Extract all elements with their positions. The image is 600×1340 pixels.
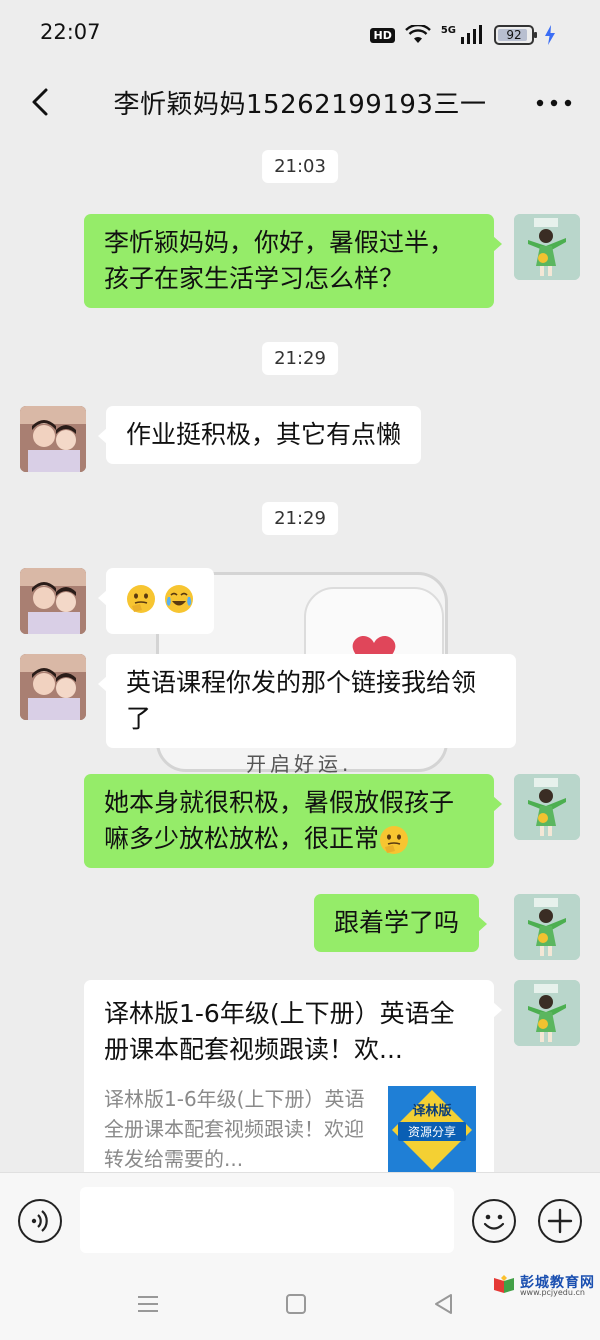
- watermark: 彭城教育网 www.pcjyedu.cn: [492, 1272, 596, 1297]
- network-type: 5G: [440, 24, 456, 36]
- link-title: 译林版1-6年级(上下册）英语全册课本配套视频跟读！欢...: [104, 999, 455, 1064]
- timestamp: 21:03: [262, 150, 338, 183]
- thumbnail-title: 译林版: [412, 1104, 452, 1119]
- home-icon[interactable]: [286, 1294, 306, 1314]
- message-bubble-incoming[interactable]: 作业挺积极，其它有点懒: [97, 406, 422, 464]
- message-bubble-outgoing[interactable]: 她本身就很积极，暑假放假孩子嘛多少放松放松，很正常: [84, 774, 502, 868]
- avatar-self-icon: [514, 980, 580, 1046]
- status-time: 22:07: [40, 20, 101, 44]
- thinking-face-icon: [380, 826, 409, 854]
- link-card[interactable]: 译林版1-6年级(上下册）英语全册课本配套视频跟读！欢... 译林版1-6年级(…: [84, 980, 502, 1172]
- laughing-crying-face-icon: [164, 585, 193, 613]
- hd-badge: HD: [370, 27, 395, 43]
- timestamp: 21:29: [262, 342, 338, 375]
- chat-title: 李忻颖妈妈15262199193三一: [113, 90, 487, 120]
- wifi-icon: [404, 25, 431, 43]
- voice-button[interactable]: [18, 1199, 62, 1243]
- link-thumbnail: 译林版 资源分享: [388, 1086, 476, 1172]
- signal-icon: [461, 25, 482, 44]
- back-triangle-icon[interactable]: [432, 1292, 456, 1316]
- avatar-contact-icon: [20, 406, 86, 472]
- message-bubble-incoming[interactable]: [98, 568, 214, 634]
- link-description: 译林版1-6年级(上下册）英语全册课本配套视频跟读！欢迎转发给需要的...: [104, 1087, 365, 1171]
- chat-header: 李忻颖妈妈15262199193三一: [0, 68, 600, 138]
- avatar-self-icon: [514, 774, 580, 840]
- background-caption: 开启好运.: [246, 752, 353, 776]
- avatar-self-icon: [514, 894, 580, 960]
- status-icons: HD 5G 92: [370, 22, 556, 48]
- avatar[interactable]: [514, 894, 580, 960]
- message-bubble-incoming[interactable]: 英语课程你发的那个链接我给领了: [98, 654, 516, 748]
- avatar-contact-icon: [20, 568, 86, 634]
- plus-icon: [547, 1208, 573, 1234]
- status-bar: 22:07 HD 5G 92: [0, 0, 600, 68]
- message-bubble-outgoing[interactable]: 跟着学了吗: [314, 894, 488, 952]
- message-input[interactable]: [80, 1187, 454, 1253]
- plus-button[interactable]: [538, 1199, 582, 1243]
- thinking-face-icon: [127, 585, 155, 613]
- battery-icon: 92: [494, 25, 537, 45]
- avatar-self-icon: [514, 214, 580, 280]
- avatar-contact-icon: [20, 654, 86, 720]
- battery-level: 92: [506, 28, 522, 42]
- voice-icon: [31, 1210, 48, 1232]
- book-logo-icon: [494, 1275, 514, 1293]
- chat-area[interactable]: 开启好运. 21:03 李忻颍妈妈，你好，暑假过半，孩子在家生活学习怎么样？ 2…: [0, 138, 600, 1172]
- avatar[interactable]: [20, 568, 86, 634]
- avatar[interactable]: [20, 654, 86, 720]
- timestamp: 21:29: [262, 502, 338, 535]
- more-dots-icon[interactable]: [534, 90, 574, 116]
- charging-icon: [545, 25, 555, 45]
- avatar[interactable]: [514, 214, 580, 280]
- emoji-button[interactable]: [472, 1199, 516, 1243]
- avatar[interactable]: [514, 774, 580, 840]
- smiley-icon: [483, 1214, 505, 1230]
- thumbnail-subtitle: 资源分享: [398, 1122, 466, 1141]
- message-bubble-outgoing[interactable]: 李忻颍妈妈，你好，暑假过半，孩子在家生活学习怎么样？: [84, 214, 502, 308]
- input-bar: [0, 1172, 600, 1268]
- menu-icon[interactable]: [137, 1293, 159, 1315]
- avatar[interactable]: [514, 980, 580, 1046]
- watermark-url: www.pcjyedu.cn: [520, 1288, 585, 1297]
- avatar[interactable]: [20, 406, 86, 472]
